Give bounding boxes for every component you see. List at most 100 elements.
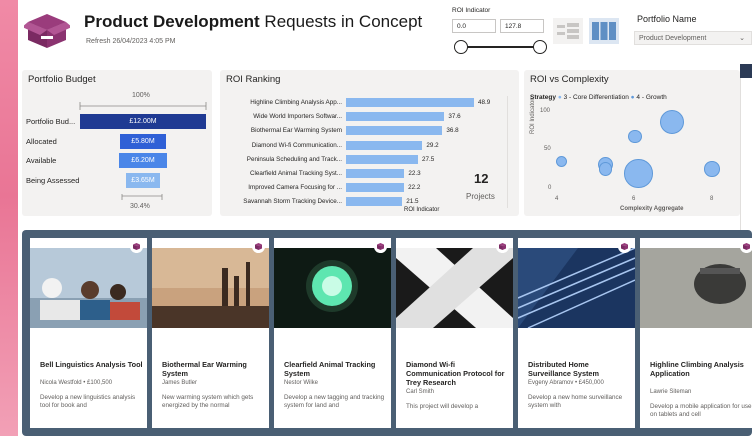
roi-ranking-panel: ROI Ranking Highline Climbing Analysis A… [220,70,519,216]
page-title: Product Development Requests in Concept [84,12,422,32]
legend-dot-icon: ● [557,94,562,101]
funnel-bar[interactable]: £3.65M [126,172,160,188]
scatter-bubble[interactable] [628,129,642,143]
project-card-description: This project will develop a [406,403,479,410]
funnel-bottom-bracket [121,194,163,200]
scatter-bubble[interactable] [556,155,568,167]
project-card-title: Clearfield Animal Tracking System [284,360,376,378]
box-logo-icon [24,14,70,48]
project-card[interactable]: Diamond Wi-fi Communication Protocol for… [396,238,513,428]
scatter-y-tick: 0 [548,185,552,191]
project-card[interactable]: Clearfield Animal Tracking System Nestor … [274,238,391,428]
ranking-bar[interactable] [346,126,443,136]
ranking-bar[interactable] [346,140,423,150]
report-canvas: Product Development Requests in Concept … [0,0,752,436]
project-count-label: Projects [466,192,495,201]
project-card-title: Bell Linguistics Analysis Tool [40,360,143,369]
project-card-image [152,248,269,328]
ranking-bar-value: 21.5 [406,198,419,206]
funnel-bar[interactable]: £5.80M [120,133,166,149]
roi-min-input[interactable]: 0.0 [452,19,496,33]
scatter-y-tick: 100 [540,108,551,114]
legend-dot-icon: ● [630,94,635,101]
project-card-description: Develop a new tagging and tracking syste… [284,394,385,409]
portfolio-dropdown-value: Product Development [639,35,707,42]
ranking-scrollbar[interactable] [507,96,508,208]
ranking-bar-value: 22.2 [408,184,421,192]
project-card-meta: Carl Smith [406,389,435,395]
roi-max-input[interactable]: 127.8 [500,19,544,33]
funnel-stage-label: Being Assessed [26,175,80,185]
project-card-image [640,248,752,328]
edge-side-panel-header [740,64,752,78]
ranking-bar[interactable] [346,197,403,207]
ranking-row-label: Peninsula Scheduling and Track... [246,155,342,163]
roi-slider-track[interactable] [460,46,540,48]
funnel-top-percent: 100% [132,92,150,99]
list-view-icon[interactable] [553,18,583,44]
ranking-bar[interactable] [346,98,474,107]
project-card-meta: Lawrie Siteman [650,389,692,395]
ranking-row-label: Diamond Wi-fi Communication... [251,141,342,149]
chevron-down-icon: ⌄ [739,35,745,42]
ranking-bar-value: 48.9 [478,99,491,106]
scatter-bubble[interactable] [704,161,720,177]
scatter-x-tick: 6 [632,196,636,202]
roi-filter-label: ROI Indicator [452,7,491,14]
project-card-meta: Evgeny Abramov • £450,000 [528,380,604,386]
project-card[interactable]: Highline Climbing Analysis Application La… [640,238,752,428]
scatter-bubble[interactable] [624,159,653,188]
scatter-plot-area [556,104,734,192]
funnel-bar[interactable]: £6.20M [119,153,167,168]
ranking-bar-value: 27.5 [421,155,435,163]
ranking-row-label: Wide World Importers Softwar... [253,113,342,121]
legend-item-core: 3 - Core Differentiation [563,94,629,101]
page-title-bold: Product Development [84,12,260,31]
scatter-y-tick: 50 [544,146,551,152]
project-card-description: Develop a new linguistics analysis tool … [40,394,136,409]
project-card-title: Highline Climbing Analysis Application [650,360,744,378]
project-card-title: Diamond Wi-fi Communication Protocol for… [406,360,505,387]
scatter-y-axis-label: ROI Indicator [530,98,536,134]
project-card[interactable]: Biothermal Ear Warming System James Butle… [152,238,269,428]
project-card[interactable]: Bell Linguistics Analysis Tool Nicola Wes… [30,238,147,428]
box-badge-icon [252,240,265,253]
scatter-bubble[interactable] [599,162,613,176]
project-card-meta: James Butler [162,380,198,386]
project-card[interactable]: Distributed Home Surveillance System Evge… [518,238,635,428]
roi-slider-max-handle[interactable] [533,40,547,54]
page-title-rest: Requests in Concept [259,12,423,31]
roi-complexity-panel: ROI vs Complexity Strategy ● 3 - Core Di… [524,70,740,216]
ranking-bar[interactable] [346,183,405,193]
scatter-x-tick: 8 [710,196,714,202]
portfolio-dropdown[interactable]: Product Development ⌄ [634,31,752,45]
funnel-top-bracket [79,102,207,110]
ranking-row-label: Clearfield Animal Tracking Syst... [249,170,342,177]
scatter-legend: Strategy ● 3 - Core Differentiation ● 4 … [530,94,667,101]
project-card-meta: Nestor Wilke [284,380,319,386]
project-count: 12 [474,171,489,186]
roi-slider-min-handle[interactable] [454,40,468,54]
funnel-stage-label: Allocated [26,136,57,146]
box-badge-icon [618,240,631,253]
project-card-image [274,248,391,328]
box-badge-icon [740,240,752,253]
ranking-row-label: Improved Camera Focusing for ... [248,184,342,192]
project-card-image [518,248,635,328]
funnel-stage-label: Available [26,156,57,165]
funnel-bottom-percent: 30.4% [130,203,150,210]
scatter-bubble[interactable] [659,109,684,134]
ranking-bar[interactable] [346,154,418,164]
project-card-image [396,248,513,328]
ranking-bar[interactable] [346,169,405,178]
tile-view-icon[interactable] [589,18,619,44]
portfolio-budget-panel: Portfolio Budget 100% Portfolio Bud... £1… [22,70,212,216]
box-badge-icon [496,240,509,253]
box-badge-icon [374,240,387,253]
ranking-bar[interactable] [346,112,445,122]
project-card-image [30,248,147,328]
scatter-x-tick: 4 [555,196,559,202]
ranking-bar-value: 22.3 [408,170,421,177]
funnel-bar[interactable]: £12.00M [80,114,206,129]
legend-item-growth: 4 - Growth [636,94,667,101]
